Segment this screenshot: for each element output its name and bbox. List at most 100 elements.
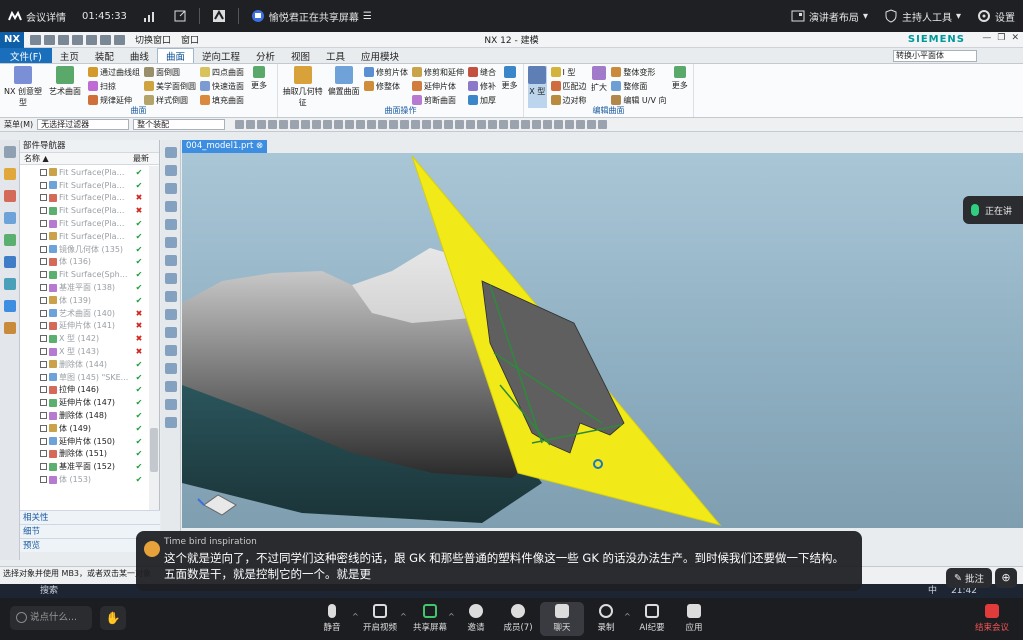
patch-button[interactable]: 修补 [468, 80, 496, 92]
table-row[interactable]: 体 (139) ✔ [20, 294, 149, 307]
visibility-checkbox[interactable] [40, 284, 47, 292]
table-row[interactable]: 镜像几何体 (135) ✔ [20, 243, 149, 256]
visibility-checkbox[interactable] [40, 463, 47, 471]
tab-analysis[interactable]: 分析 [248, 48, 283, 63]
select-icon[interactable] [356, 120, 366, 129]
snap-point-icon[interactable] [466, 120, 476, 129]
assembly-navigator-icon[interactable] [3, 190, 16, 202]
global-shaping-button[interactable]: 整体变形 [611, 66, 666, 78]
tool-icon[interactable] [164, 399, 177, 410]
view-icon[interactable] [565, 120, 575, 129]
cut-icon[interactable] [72, 34, 83, 45]
meeting-details-button[interactable]: 会议详情 [0, 0, 74, 32]
table-row[interactable]: Fit Surface(Plan... ✖ [20, 192, 149, 205]
tab-view[interactable]: 视图 [283, 48, 318, 63]
more-surface-button[interactable]: 更多 [248, 66, 270, 91]
tool-icon[interactable] [164, 345, 177, 356]
table-row[interactable]: 体 (149) ✔ [20, 422, 149, 435]
host-tools-button[interactable]: 主持人工具 ▾ [876, 0, 969, 32]
through-curves-button[interactable]: 通过曲线组 [88, 66, 140, 78]
tool-icon[interactable] [164, 165, 177, 176]
snap-point-icon[interactable] [411, 120, 421, 129]
tab-home[interactable]: 主页 [52, 48, 87, 63]
mute-button[interactable]: 静音 [310, 602, 354, 633]
tool-icon[interactable] [164, 237, 177, 248]
snap-point-icon[interactable] [378, 120, 388, 129]
extract-geometry-button[interactable]: 抽取几何特征 [282, 66, 323, 108]
constraint-navigator-icon[interactable] [3, 212, 16, 224]
table-row[interactable]: 延伸片体 (141) ✖ [20, 320, 149, 333]
nx-realize-shape-button[interactable]: NX 创意塑型 [4, 66, 42, 108]
ime-indicator[interactable]: 中 [928, 584, 937, 598]
zoom-icon[interactable]: ⊕ [995, 568, 1017, 588]
record-button[interactable]: 录制 [584, 602, 628, 633]
switch-window-button[interactable]: 切换窗口 [135, 33, 171, 46]
visibility-checkbox[interactable] [40, 348, 47, 356]
snap-point-icon[interactable] [433, 120, 443, 129]
visibility-checkbox[interactable] [40, 322, 47, 330]
history-icon[interactable] [3, 278, 16, 290]
tool-icon[interactable] [164, 417, 177, 428]
visibility-checkbox[interactable] [40, 296, 47, 304]
table-row[interactable]: Fit Surface(Plan... ✔ [20, 217, 149, 230]
table-row[interactable]: X 型 (142) ✖ [20, 332, 149, 345]
offset-surface-button[interactable]: 偏置曲面 [327, 66, 360, 97]
end-meeting-button[interactable]: 结束会议 [967, 602, 1017, 633]
extend-sheet-button[interactable]: 延伸片体 [412, 80, 464, 92]
settings-button[interactable]: 设置 [969, 0, 1023, 32]
ai-notes-button[interactable]: AI纪要 [630, 602, 674, 633]
web-browser-icon[interactable] [3, 256, 16, 268]
select-icon[interactable] [312, 120, 322, 129]
trim-sheet-button[interactable]: 修剪片体 [364, 66, 408, 78]
snap-point-icon[interactable] [389, 120, 399, 129]
chevron-up-icon[interactable]: ^ [400, 612, 407, 621]
chat-input[interactable]: 说点什么... [10, 606, 92, 630]
visibility-checkbox[interactable] [40, 399, 47, 407]
clock-icon[interactable] [3, 300, 16, 312]
command-search-input[interactable]: 转换小平面体 [893, 50, 977, 62]
snap-point-icon[interactable] [367, 120, 377, 129]
navigator-scrollbar[interactable] [149, 166, 159, 524]
file-menu[interactable]: 文件(F) [0, 48, 52, 63]
visibility-checkbox[interactable] [40, 309, 47, 317]
tool-icon[interactable] [164, 219, 177, 230]
more-surface-ops-button[interactable]: 更多 [500, 66, 519, 91]
table-row[interactable]: 体 (136) ✔ [20, 256, 149, 269]
snap-point-icon[interactable] [477, 120, 487, 129]
more-edit-surface-button[interactable]: 更多 [670, 66, 689, 91]
rapid-surfacing-button[interactable]: 快速造面 [200, 80, 244, 92]
view-icon[interactable] [521, 120, 531, 129]
visibility-checkbox[interactable] [40, 194, 47, 202]
visibility-checkbox[interactable] [40, 373, 47, 381]
tool-icon[interactable] [164, 201, 177, 212]
table-row[interactable]: 体 (153) ✔ [20, 473, 149, 486]
selection-scope-dropdown[interactable]: 整个装配 [133, 119, 226, 130]
tool-icon[interactable] [164, 363, 177, 374]
annotate-button[interactable]: ✎ 批注 [946, 568, 992, 588]
table-row[interactable]: 删除体 (144) ✔ [20, 358, 149, 371]
menu-icon[interactable]: ☰ [363, 11, 372, 22]
raise-hand-button[interactable]: ✋ [100, 606, 126, 630]
x-form-button[interactable]: X 型 [528, 66, 547, 108]
table-row[interactable]: 延伸片体 (147) ✔ [20, 396, 149, 409]
enlarge-button[interactable]: 扩大 [591, 66, 608, 93]
type-filter-dropdown[interactable]: 无选择过滤器 [37, 119, 130, 130]
table-row[interactable]: 延伸片体 (150) ✔ [20, 435, 149, 448]
table-row[interactable]: 拉伸 (146) ✔ [20, 384, 149, 397]
view-icon[interactable] [543, 120, 553, 129]
match-edge-button[interactable]: 匹配边 [550, 80, 587, 92]
redo-icon[interactable] [58, 34, 69, 45]
view-icon[interactable] [532, 120, 542, 129]
snap-point-icon[interactable] [455, 120, 465, 129]
visibility-checkbox[interactable] [40, 245, 47, 253]
select-icon[interactable] [268, 120, 278, 129]
select-icon[interactable] [246, 120, 256, 129]
undo-icon[interactable] [44, 34, 55, 45]
graphics-viewport[interactable] [182, 153, 1023, 528]
table-row[interactable]: 艺术曲面 (140) ✖ [20, 307, 149, 320]
snap-point-icon[interactable] [422, 120, 432, 129]
tool-icon[interactable] [164, 147, 177, 158]
save-icon[interactable] [30, 34, 41, 45]
chat-button[interactable]: 聊天 [540, 602, 584, 636]
visibility-checkbox[interactable] [40, 207, 47, 215]
